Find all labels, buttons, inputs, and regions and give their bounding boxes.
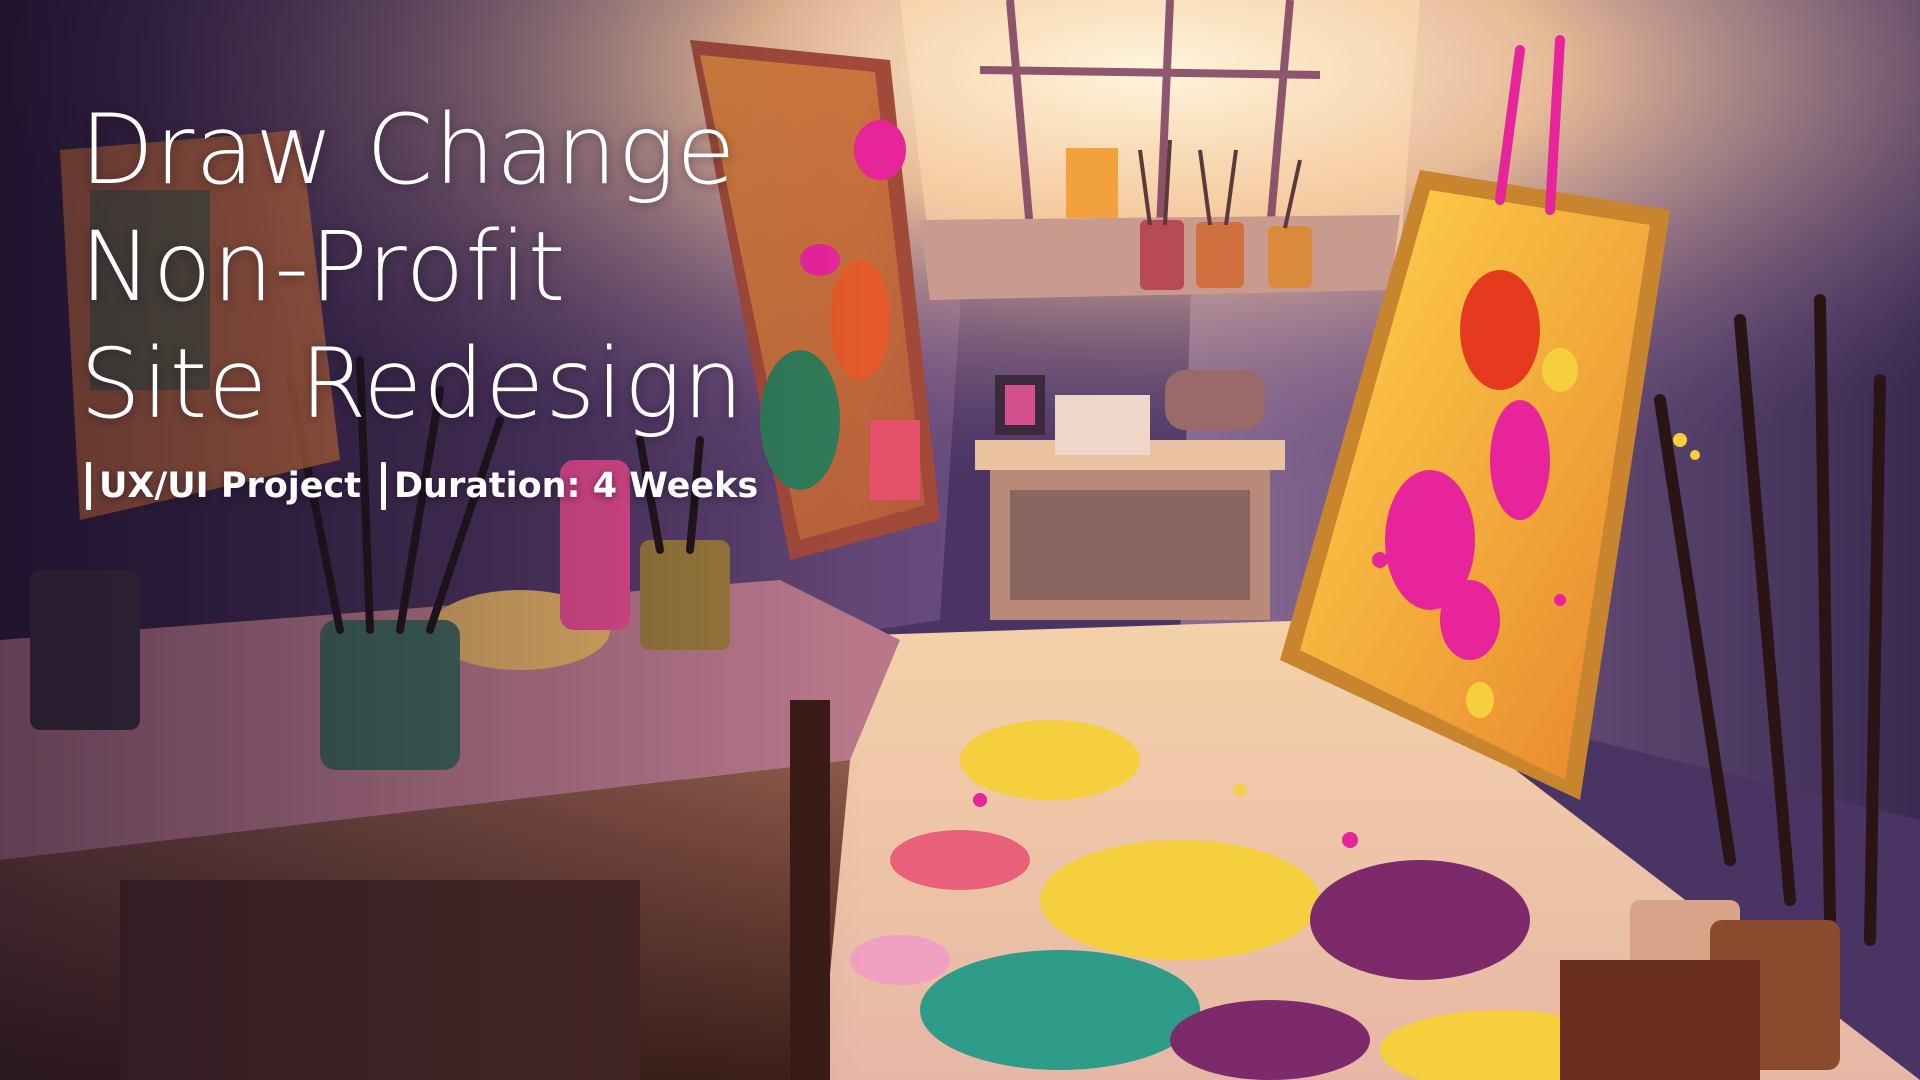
- tag-divider: [86, 462, 91, 510]
- tag-duration: Duration: 4 Weeks: [381, 462, 758, 510]
- tag-project-type-label: UX/UI Project: [99, 466, 361, 506]
- hero-title: Draw Change Non-Profit Site Redesign: [80, 92, 744, 443]
- title-line-1: Draw Change: [80, 94, 737, 206]
- tag-duration-label: Duration: 4 Weeks: [394, 466, 759, 506]
- tag-divider: [381, 462, 386, 510]
- title-line-2: Non-Profit: [80, 211, 567, 323]
- tag-project-type: UX/UI Project: [86, 462, 361, 510]
- project-tags: UX/UI Project Duration: 4 Weeks: [86, 462, 758, 510]
- title-line-3: Site Redesign: [80, 328, 745, 440]
